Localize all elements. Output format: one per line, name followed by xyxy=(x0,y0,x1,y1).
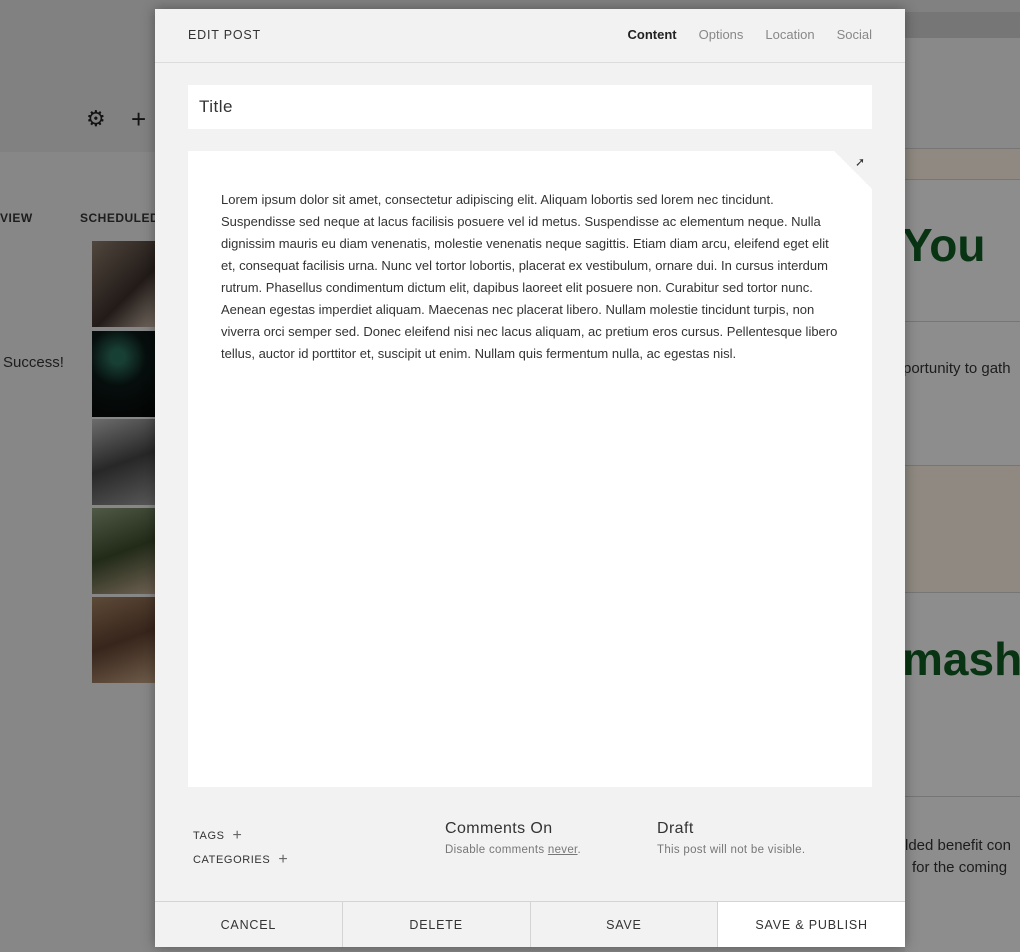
expand-editor-button[interactable]: ➚ xyxy=(834,151,872,189)
categories-row: CATEGORIES + xyxy=(193,848,288,872)
comments-subtext-prefix: Disable comments xyxy=(445,844,548,856)
dialog-title: EDIT POST xyxy=(188,28,261,42)
disable-comments-link[interactable]: never xyxy=(548,844,578,856)
status-heading: Draft xyxy=(657,820,694,837)
tags-row: TAGS + xyxy=(193,824,288,848)
tab-options[interactable]: Options xyxy=(699,27,744,42)
dialog-header: EDIT POST Content Options Location Socia… xyxy=(155,9,905,63)
tab-social[interactable]: Social xyxy=(837,27,872,42)
save-button[interactable]: SAVE xyxy=(530,902,719,947)
add-category-icon[interactable]: + xyxy=(278,851,288,869)
post-body-editor[interactable]: ➚ Lorem ipsum dolor sit amet, consectetu… xyxy=(188,151,872,787)
post-status[interactable]: Draft This post will not be visible. xyxy=(657,820,805,856)
cancel-button[interactable]: CANCEL xyxy=(155,902,343,947)
delete-button[interactable]: DELETE xyxy=(342,902,531,947)
comments-subtext: Disable comments never. xyxy=(445,844,581,856)
post-body-text[interactable]: Lorem ipsum dolor sit amet, consectetur … xyxy=(221,189,841,365)
comments-subtext-suffix: . xyxy=(577,844,582,856)
tab-content[interactable]: Content xyxy=(628,27,677,42)
comments-heading: Comments On xyxy=(445,820,553,837)
dialog-tabs: Content Options Location Social xyxy=(628,27,873,42)
expand-arrow-icon: ➚ xyxy=(854,155,865,169)
status-subtext: This post will not be visible. xyxy=(657,844,806,856)
tab-location[interactable]: Location xyxy=(765,27,814,42)
save-and-publish-button[interactable]: SAVE & PUBLISH xyxy=(718,902,905,947)
comments-setting: Comments On Disable comments never. xyxy=(445,820,581,856)
taxonomy-section: TAGS + CATEGORIES + xyxy=(193,824,288,872)
categories-label: CATEGORIES xyxy=(193,854,271,866)
dialog-footer: CANCEL DELETE SAVE SAVE & PUBLISH xyxy=(155,901,905,947)
tags-label: TAGS xyxy=(193,830,225,842)
add-tag-icon[interactable]: + xyxy=(233,827,243,845)
edit-post-dialog: EDIT POST Content Options Location Socia… xyxy=(155,9,905,947)
post-title-input[interactable] xyxy=(188,85,872,129)
